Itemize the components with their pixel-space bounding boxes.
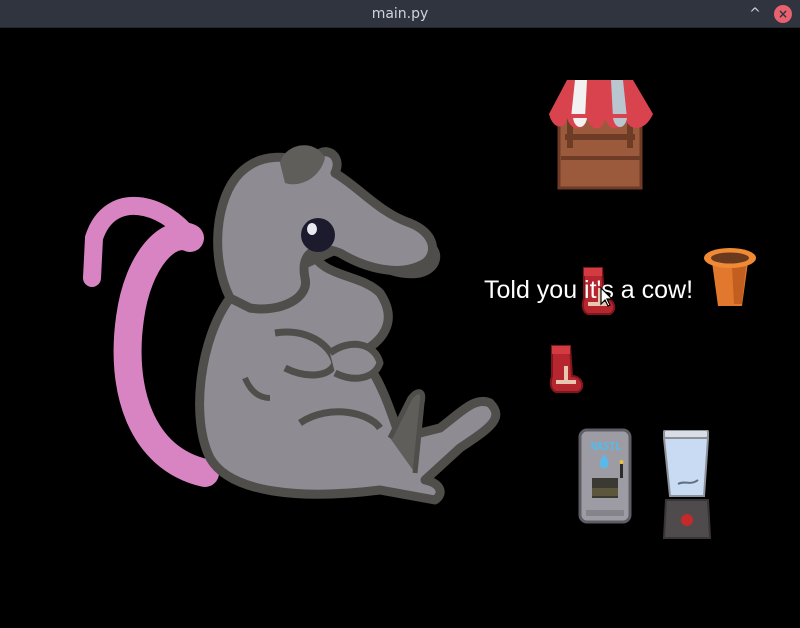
- rat-sprite[interactable]: [80, 128, 520, 518]
- close-button[interactable]: ×: [774, 5, 792, 23]
- game-canvas[interactable]: NASTL Told you it's a cow!: [0, 28, 800, 628]
- blender-sprite[interactable]: [660, 430, 716, 542]
- cursor-icon: [600, 286, 614, 307]
- minimize-icon: ^: [749, 6, 761, 22]
- sock-item[interactable]: [548, 342, 588, 396]
- market-stall-sprite[interactable]: [545, 78, 657, 190]
- close-icon: ×: [777, 7, 789, 21]
- window-titlebar[interactable]: main.py ^ ×: [0, 0, 800, 28]
- dialogue-text: Told you it's a cow!: [484, 276, 694, 304]
- dispenser-label: NASTL: [590, 440, 622, 453]
- minimize-button[interactable]: ^: [746, 5, 764, 23]
- window-title: main.py: [371, 6, 429, 22]
- flower-pot-sprite[interactable]: [702, 246, 758, 310]
